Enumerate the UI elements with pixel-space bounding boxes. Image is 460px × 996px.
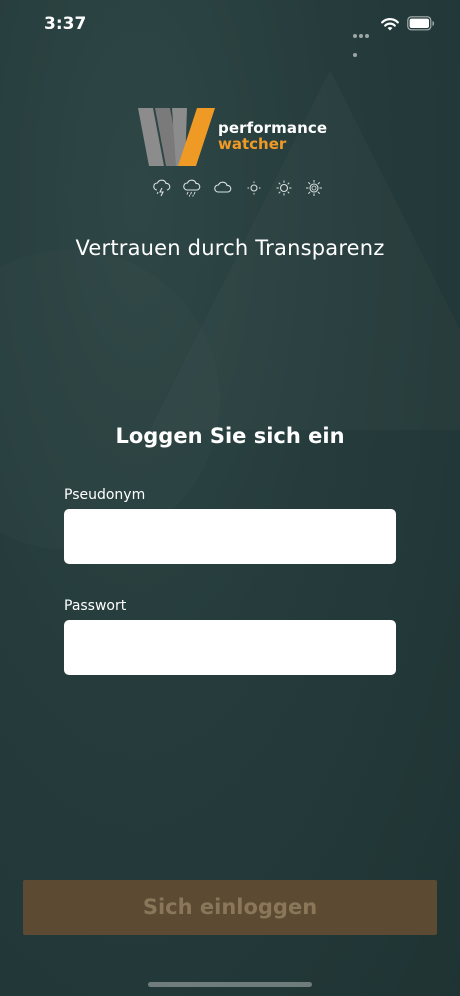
rain-cloud-icon bbox=[183, 179, 201, 197]
username-label: Pseudonym bbox=[64, 487, 146, 503]
cloud-icon bbox=[214, 181, 232, 193]
w-logo-mark bbox=[138, 108, 215, 166]
sun-large-icon bbox=[306, 180, 322, 196]
username-input[interactable] bbox=[64, 509, 396, 564]
logo-text-watcher: watcher bbox=[218, 135, 287, 153]
status-bar: 3:37 bbox=[0, 0, 460, 57]
signal-dots-icon bbox=[353, 23, 375, 57]
battery-icon bbox=[407, 16, 434, 31]
thunderstorm-icon bbox=[153, 179, 171, 197]
tagline: Vertrauen durch Transparenz bbox=[75, 236, 385, 260]
sun-small-icon bbox=[247, 181, 261, 195]
status-time: 3:37 bbox=[44, 14, 87, 34]
weather-icon-row bbox=[152, 178, 327, 200]
home-indicator[interactable] bbox=[148, 982, 312, 987]
login-title: Loggen Sie sich ein bbox=[115, 424, 345, 448]
wifi-icon bbox=[381, 18, 399, 31]
password-input[interactable] bbox=[64, 620, 396, 675]
app-logo: performance watcher bbox=[138, 108, 328, 168]
sun-medium-icon bbox=[276, 180, 292, 196]
password-label: Passwort bbox=[64, 598, 127, 614]
login-button[interactable]: Sich einloggen bbox=[23, 880, 437, 935]
login-screen: 3:37 performance watcher Vertrauen durch… bbox=[0, 0, 460, 996]
